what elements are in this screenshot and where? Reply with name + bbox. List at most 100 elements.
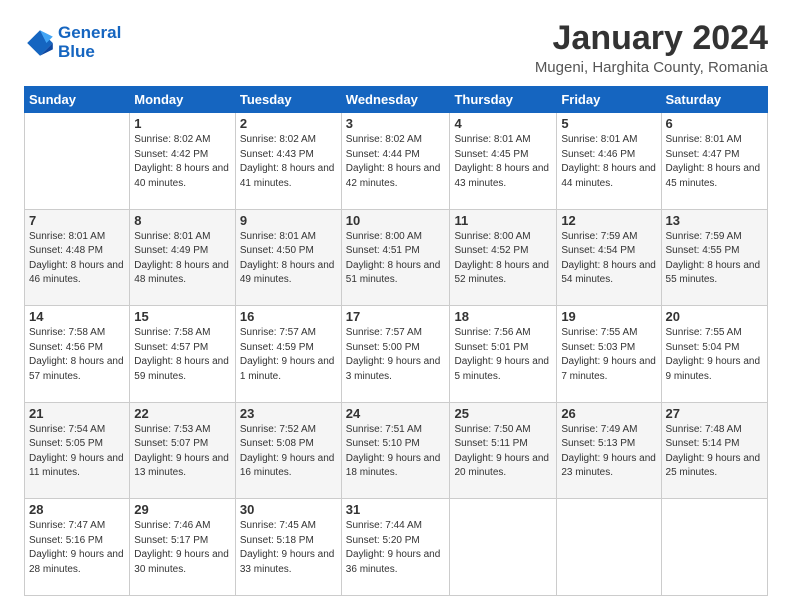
table-row: 24 Sunrise: 7:51 AMSunset: 5:10 PMDayligh… — [341, 402, 450, 499]
day-number: 26 — [561, 406, 656, 421]
table-row: 22 Sunrise: 7:53 AMSunset: 5:07 PMDayligh… — [130, 402, 236, 499]
day-number: 4 — [454, 116, 552, 131]
day-info: Sunrise: 7:54 AMSunset: 5:05 PMDaylight:… — [29, 423, 125, 481]
calendar-week-row: 7Sunrise: 8:01 AMSunset: 4:48 PMDaylight… — [25, 209, 768, 306]
day-info: Sunrise: 7:49 AMSunset: 5:13 PMDaylight:… — [561, 423, 656, 481]
col-wednesday: Wednesday — [341, 87, 450, 113]
table-row: 27 Sunrise: 7:48 AMSunset: 5:14 PMDayligh… — [661, 402, 767, 499]
table-row — [450, 499, 557, 596]
day-info: Sunrise: 7:58 AMSunset: 4:57 PMDaylight:… — [134, 326, 231, 384]
day-info: Sunrise: 7:59 AMSunset: 4:54 PMDaylight:… — [561, 230, 656, 288]
day-number: 22 — [134, 406, 231, 421]
day-number: 30 — [240, 502, 337, 517]
day-info: Sunrise: 7:50 AMSunset: 5:11 PMDaylight:… — [454, 423, 552, 481]
table-row: 15 Sunrise: 7:58 AMSunset: 4:57 PMDayligh… — [130, 306, 236, 403]
day-info: Sunrise: 7:56 AMSunset: 5:01 PMDaylight:… — [454, 326, 552, 384]
day-info: Sunrise: 8:01 AMSunset: 4:47 PMDaylight:… — [666, 133, 763, 191]
day-info: Sunrise: 8:01 AMSunset: 4:45 PMDaylight:… — [454, 133, 552, 191]
table-row — [25, 113, 130, 210]
table-row — [661, 499, 767, 596]
day-info: Sunrise: 7:53 AMSunset: 5:07 PMDaylight:… — [134, 423, 231, 481]
day-number: 14 — [29, 309, 125, 324]
day-number: 17 — [346, 309, 446, 324]
page: General Blue January 2024 Mugeni, Harghi… — [0, 0, 792, 612]
table-row: 4 Sunrise: 8:01 AMSunset: 4:45 PMDaylight… — [450, 113, 557, 210]
logo-icon — [24, 27, 56, 59]
table-row: 26 Sunrise: 7:49 AMSunset: 5:13 PMDayligh… — [557, 402, 661, 499]
day-number: 1 — [134, 116, 231, 131]
day-number: 3 — [346, 116, 446, 131]
day-number: 8 — [134, 213, 231, 228]
day-info: Sunrise: 7:44 AMSunset: 5:20 PMDaylight:… — [346, 519, 446, 577]
day-info: Sunrise: 8:00 AMSunset: 4:51 PMDaylight:… — [346, 230, 446, 288]
table-row: 2 Sunrise: 8:02 AMSunset: 4:43 PMDaylight… — [235, 113, 341, 210]
table-row: 1Sunrise: 8:02 AMSunset: 4:42 PMDaylight… — [130, 113, 236, 210]
table-row: 12Sunrise: 7:59 AMSunset: 4:54 PMDayligh… — [557, 209, 661, 306]
day-number: 21 — [29, 406, 125, 421]
title-section: January 2024 Mugeni, Harghita County, Ro… — [535, 20, 768, 76]
day-number: 9 — [240, 213, 337, 228]
calendar-week-row: 1Sunrise: 8:02 AMSunset: 4:42 PMDaylight… — [25, 113, 768, 210]
table-row: 7Sunrise: 8:01 AMSunset: 4:48 PMDaylight… — [25, 209, 130, 306]
table-row: 8Sunrise: 8:01 AMSunset: 4:49 PMDaylight… — [130, 209, 236, 306]
table-row — [557, 499, 661, 596]
col-friday: Friday — [557, 87, 661, 113]
table-row: 19 Sunrise: 7:55 AMSunset: 5:03 PMDayligh… — [557, 306, 661, 403]
day-number: 11 — [454, 213, 552, 228]
table-row: 5 Sunrise: 8:01 AMSunset: 4:46 PMDaylight… — [557, 113, 661, 210]
col-monday: Monday — [130, 87, 236, 113]
day-info: Sunrise: 7:51 AMSunset: 5:10 PMDaylight:… — [346, 423, 446, 481]
table-row: 18 Sunrise: 7:56 AMSunset: 5:01 PMDayligh… — [450, 306, 557, 403]
day-info: Sunrise: 7:45 AMSunset: 5:18 PMDaylight:… — [240, 519, 337, 577]
calendar-week-row: 21 Sunrise: 7:54 AMSunset: 5:05 PMDayligh… — [25, 402, 768, 499]
logo-text: General Blue — [58, 24, 121, 61]
table-row: 20Sunrise: 7:55 AMSunset: 5:04 PMDayligh… — [661, 306, 767, 403]
table-row: 9Sunrise: 8:01 AMSunset: 4:50 PMDaylight… — [235, 209, 341, 306]
table-row: 11 Sunrise: 8:00 AMSunset: 4:52 PMDayligh… — [450, 209, 557, 306]
day-info: Sunrise: 7:48 AMSunset: 5:14 PMDaylight:… — [666, 423, 763, 481]
day-number: 2 — [240, 116, 337, 131]
logo: General Blue — [24, 24, 121, 61]
table-row: 6 Sunrise: 8:01 AMSunset: 4:47 PMDaylight… — [661, 113, 767, 210]
day-info: Sunrise: 8:00 AMSunset: 4:52 PMDaylight:… — [454, 230, 552, 288]
table-row: 3 Sunrise: 8:02 AMSunset: 4:44 PMDaylight… — [341, 113, 450, 210]
col-saturday: Saturday — [661, 87, 767, 113]
day-number: 31 — [346, 502, 446, 517]
calendar-table: Sunday Monday Tuesday Wednesday Thursday… — [24, 86, 768, 596]
day-number: 19 — [561, 309, 656, 324]
table-row: 31 Sunrise: 7:44 AMSunset: 5:20 PMDayligh… — [341, 499, 450, 596]
day-number: 18 — [454, 309, 552, 324]
day-number: 27 — [666, 406, 763, 421]
day-number: 20 — [666, 309, 763, 324]
day-info: Sunrise: 7:57 AMSunset: 5:00 PMDaylight:… — [346, 326, 446, 384]
col-tuesday: Tuesday — [235, 87, 341, 113]
day-info: Sunrise: 8:01 AMSunset: 4:46 PMDaylight:… — [561, 133, 656, 191]
table-row: 30 Sunrise: 7:45 AMSunset: 5:18 PMDayligh… — [235, 499, 341, 596]
table-row: 28Sunrise: 7:47 AMSunset: 5:16 PMDayligh… — [25, 499, 130, 596]
day-info: Sunrise: 7:47 AMSunset: 5:16 PMDaylight:… — [29, 519, 125, 577]
day-number: 6 — [666, 116, 763, 131]
day-number: 13 — [666, 213, 763, 228]
day-number: 5 — [561, 116, 656, 131]
table-row: 17 Sunrise: 7:57 AMSunset: 5:00 PMDayligh… — [341, 306, 450, 403]
day-info: Sunrise: 7:57 AMSunset: 4:59 PMDaylight:… — [240, 326, 337, 384]
day-number: 24 — [346, 406, 446, 421]
day-info: Sunrise: 7:55 AMSunset: 5:03 PMDaylight:… — [561, 326, 656, 384]
day-info: Sunrise: 8:02 AMSunset: 4:44 PMDaylight:… — [346, 133, 446, 191]
table-row: 29Sunrise: 7:46 AMSunset: 5:17 PMDayligh… — [130, 499, 236, 596]
day-info: Sunrise: 7:52 AMSunset: 5:08 PMDaylight:… — [240, 423, 337, 481]
col-sunday: Sunday — [25, 87, 130, 113]
col-thursday: Thursday — [450, 87, 557, 113]
calendar-header-row: Sunday Monday Tuesday Wednesday Thursday… — [25, 87, 768, 113]
table-row: 23Sunrise: 7:52 AMSunset: 5:08 PMDayligh… — [235, 402, 341, 499]
day-number: 25 — [454, 406, 552, 421]
month-title: January 2024 — [535, 20, 768, 57]
day-number: 29 — [134, 502, 231, 517]
table-row: 13 Sunrise: 7:59 AMSunset: 4:55 PMDayligh… — [661, 209, 767, 306]
day-info: Sunrise: 8:02 AMSunset: 4:43 PMDaylight:… — [240, 133, 337, 191]
subtitle: Mugeni, Harghita County, Romania — [535, 59, 768, 76]
day-number: 7 — [29, 213, 125, 228]
table-row: 16Sunrise: 7:57 AMSunset: 4:59 PMDayligh… — [235, 306, 341, 403]
day-info: Sunrise: 7:59 AMSunset: 4:55 PMDaylight:… — [666, 230, 763, 288]
day-number: 15 — [134, 309, 231, 324]
